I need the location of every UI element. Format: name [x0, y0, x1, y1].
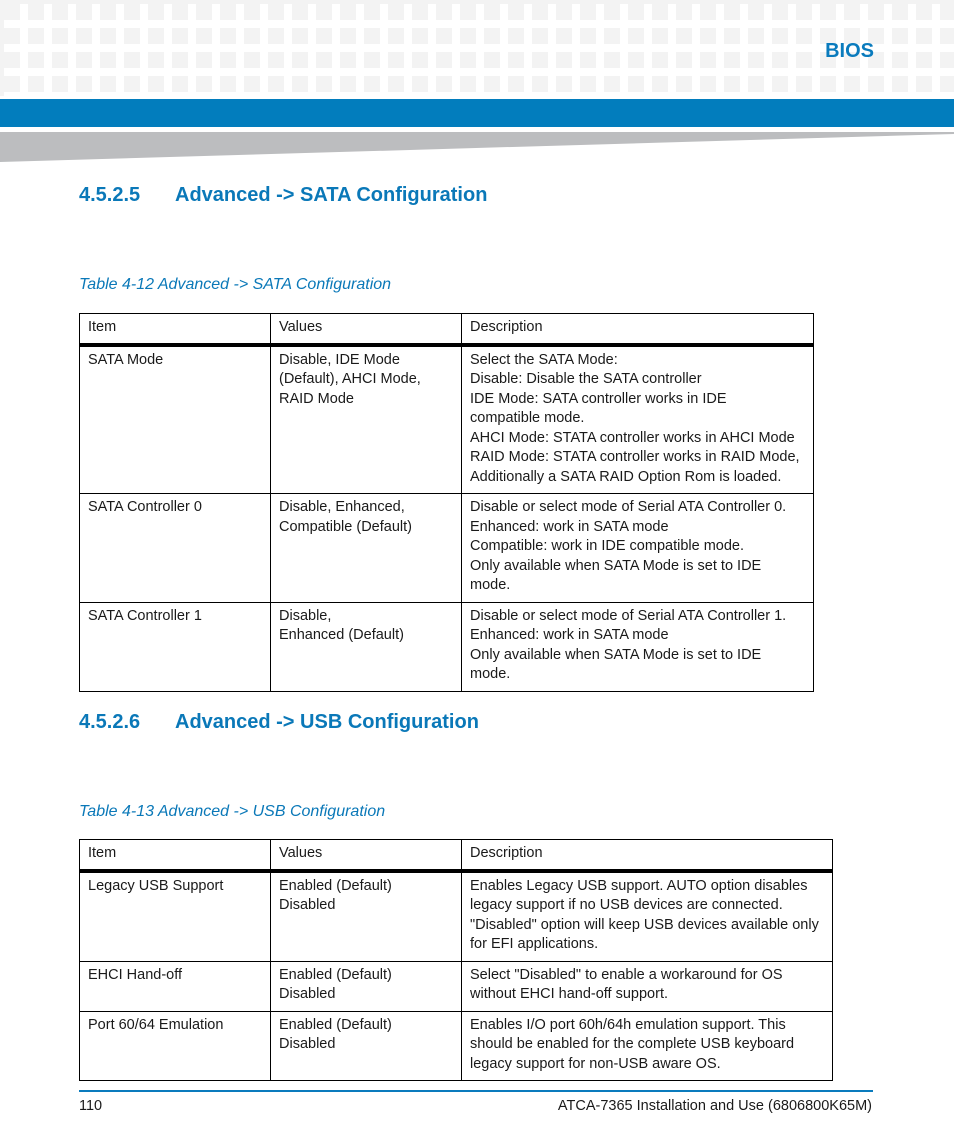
section-heading-sata: 4.5.2.5 Advanced -> SATA Configuration [79, 184, 487, 207]
item-cell: Port 60/64 Emulation [79, 1010, 271, 1081]
value-line: (Default), AHCI Mode, [279, 371, 421, 387]
table-header-row: Item Values Description [79, 839, 833, 873]
item-cell: SATA Mode [79, 344, 271, 494]
column-header: Values [270, 313, 462, 347]
values-cell: Enabled (Default) Disabled [270, 1010, 462, 1081]
table-row: EHCI Hand-off Enabled (Default) Disabled Se… [79, 960, 833, 1012]
description-line: Select "Disabled" to enable a workaround… [470, 966, 783, 983]
description-line: Compatible: work in IDE compatible mode. [470, 538, 745, 554]
description-line: Enables Legacy USB support. AUTO option … [470, 877, 808, 894]
value-line: Disable, Enhanced, [279, 499, 405, 515]
description-line: mode. [470, 666, 511, 682]
description-cell: Disable or select mode of Serial ATA Con… [461, 493, 814, 603]
description-line: Disable or select mode of Serial ATA Con… [470, 607, 787, 624]
value-line: Enabled (Default) [279, 1016, 392, 1033]
item-cell: SATA Controller 0 [79, 493, 271, 603]
value-line: Disable, IDE Mode [279, 351, 400, 368]
description-line: Disable: Disable the SATA controller [470, 371, 702, 387]
description-line: IDE Mode: SATA controller works in IDE [470, 390, 727, 407]
description-line: mode. [470, 577, 511, 593]
description-line: RAID Mode: STATA controller works in RAI… [470, 449, 800, 465]
description-line: legacy support for non-USB aware OS. [470, 1055, 721, 1072]
description-line: Additionally a SATA RAID Option Rom is l… [470, 468, 782, 485]
section-number: 4.5.2.5 [79, 184, 141, 206]
value-line: Disable, [279, 607, 332, 624]
values-cell: Enabled (Default) Disabled [270, 870, 462, 962]
section-heading-usb: 4.5.2.6 Advanced -> USB Configuration [79, 711, 479, 734]
description-line: compatible mode. [470, 410, 585, 426]
values-cell: Disable, Enhanced (Default) [270, 601, 462, 692]
description-cell: Disable or select mode of Serial ATA Con… [461, 601, 814, 692]
column-header: Description [461, 839, 833, 873]
value-line: Enabled (Default) [279, 966, 392, 983]
item-cell: EHCI Hand-off [79, 960, 271, 1012]
description-line: should be enabled for the complete USB k… [470, 1036, 795, 1052]
description-cell: Select the SATA Mode: Disable: Disable th… [461, 344, 814, 494]
table-caption-sata: Table 4-12 Advanced -> SATA Configuratio… [79, 276, 392, 293]
table-caption-usb: Table 4-13 Advanced -> USB Configuration [79, 803, 386, 820]
table-row: SATA Mode Disable, IDE Mode (Default), AHC… [79, 344, 814, 494]
header-pattern-background [0, 0, 954, 96]
section-title: Advanced -> SATA Configuration [175, 184, 488, 206]
table-row: Port 60/64 Emulation Enabled (Default) Dis… [79, 1010, 833, 1081]
values-cell: Disable, IDE Mode (Default), AHCI Mode, RA… [270, 344, 462, 494]
description-line: for EFI applications. [470, 936, 599, 952]
description-line: without EHCI hand-off support. [470, 986, 669, 1002]
chapter-label: BIOS [825, 40, 874, 62]
description-line: Enhanced: work in SATA mode [470, 518, 669, 535]
description-line: AHCI Mode: STATA controller works in AHC… [470, 429, 795, 446]
value-line: Enhanced (Default) [279, 627, 404, 643]
value-line: Disabled [279, 1036, 336, 1052]
description-cell: Enables I/O port 60h/64h emulation suppo… [461, 1010, 833, 1081]
table-header-row: Item Values Description [79, 313, 814, 347]
value-line: Disabled [279, 897, 336, 913]
description-line: Enables I/O port 60h/64h emulation suppo… [470, 1016, 786, 1033]
values-cell: Enabled (Default) Disabled [270, 960, 462, 1012]
column-header: Item [79, 313, 271, 347]
value-line: Enabled (Default) [279, 877, 392, 894]
section-title: Advanced -> USB Configuration [175, 711, 479, 733]
column-header: Description [461, 313, 814, 347]
description-cell: Select "Disabled" to enable a workaround… [461, 960, 833, 1012]
header-gray-wedge [0, 132, 954, 162]
item-cell: SATA Controller 1 [79, 601, 271, 692]
table-row: Legacy USB Support Enabled (Default) Disab… [79, 870, 833, 962]
usb-configuration-table: Item Values Description Legacy USB Support E… [79, 839, 833, 1081]
footer-rule [79, 1090, 873, 1092]
values-cell: Disable, Enhanced, Compatible (Default) [270, 493, 462, 603]
description-line: legacy support if no USB devices are con… [470, 897, 783, 913]
document-title: ATCA-7365 Installation and Use (6806800K… [557, 1098, 872, 1114]
value-line: Compatible (Default) [279, 518, 412, 535]
description-line: Only available when SATA Mode is set to … [470, 557, 762, 574]
value-line: Disabled [279, 986, 336, 1002]
header-blue-band [0, 99, 954, 127]
column-header: Values [270, 839, 462, 873]
description-cell: Enables Legacy USB support. AUTO option … [461, 870, 833, 962]
section-number: 4.5.2.6 [79, 711, 141, 733]
description-line: Enhanced: work in SATA mode [470, 627, 669, 643]
description-line: "Disabled" option will keep USB devices … [470, 916, 819, 933]
description-line: Only available when SATA Mode is set to … [470, 646, 762, 663]
table-row: SATA Controller 1 Disable, Enhanced (Defau… [79, 601, 814, 692]
column-header: Item [79, 839, 271, 873]
description-line: Select the SATA Mode: [470, 351, 618, 368]
page-number: 110 [79, 1098, 103, 1114]
description-line: Disable or select mode of Serial ATA Con… [470, 499, 787, 515]
header-square-grid [4, 4, 954, 96]
sata-configuration-table: Item Values Description SATA Mode Disable, I… [79, 313, 814, 692]
item-cell: Legacy USB Support [79, 870, 271, 962]
value-line: RAID Mode [279, 390, 354, 407]
table-row: SATA Controller 0 Disable, Enhanced, Compa… [79, 493, 814, 603]
